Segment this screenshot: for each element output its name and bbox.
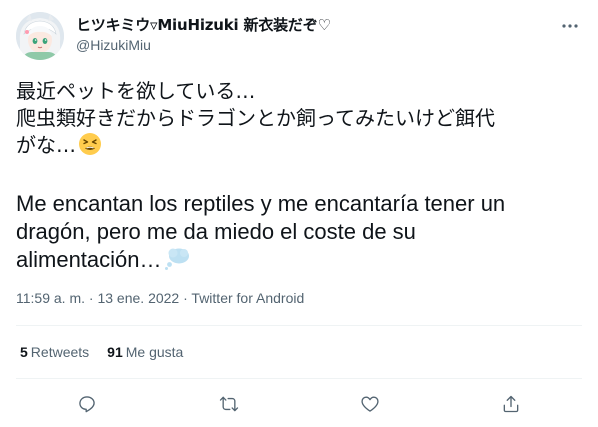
retweet-button[interactable]	[217, 392, 241, 416]
tweet-source-link[interactable]: Twitter for Android	[191, 290, 304, 306]
divider	[16, 378, 582, 379]
engagement-stats: 5 Retweets 91 Me gusta	[20, 344, 183, 360]
reply-button[interactable]	[75, 392, 99, 416]
retweet-icon	[219, 396, 239, 412]
retweets-label: Retweets	[30, 344, 90, 360]
retweets-count: 5	[20, 344, 28, 360]
author-display-name[interactable]: ヒツキミウ▿MiuHizuki 新衣装だぞ♡	[76, 14, 331, 35]
action-bar	[0, 392, 598, 416]
tweet-line-es-3: alimentación…	[16, 246, 582, 278]
tweet-meta: 11:59 a. m. · 13 ene. 2022 · Twitter for…	[16, 290, 304, 306]
heart-icon	[361, 396, 379, 412]
tweet-line-ja-1: 最近ペットを欲している…	[16, 79, 256, 103]
likes-count: 91	[107, 344, 123, 360]
tweet-date[interactable]: 13 ene. 2022	[97, 290, 179, 306]
share-icon	[503, 395, 519, 413]
share-button[interactable]	[499, 392, 523, 416]
author-name-row[interactable]: ヒツキミウ▿MiuHizuki 新衣装だぞ♡	[76, 14, 331, 35]
tweet-line-ja-3: がな…	[16, 132, 582, 163]
thought-balloon-emoji	[164, 247, 190, 278]
tweet-line-ja-2: 爬虫類好きだからドラゴンとか飼ってみたいけど餌代	[16, 106, 495, 130]
tweet-line-es-1: Me encantan los reptiles y me encantaría…	[16, 191, 506, 216]
tweet-text: 最近ペットを欲している… 爬虫類好きだからドラゴンとか飼ってみたいけど餌代 がな…	[16, 78, 582, 278]
like-button[interactable]	[358, 392, 382, 416]
author-handle[interactable]: @HizukiMiu	[76, 37, 151, 53]
likes-label: Me gusta	[125, 344, 184, 360]
meta-separator: ·	[85, 290, 98, 306]
tweet-line-es-2: dragón, pero me da miedo el coste de su	[16, 219, 416, 244]
tweet-card: ヒツキミウ▿MiuHizuki 新衣装だぞ♡ @HizukiMiu 最近ペットを…	[0, 0, 598, 427]
more-dots-icon	[562, 24, 578, 28]
reply-icon	[79, 396, 95, 413]
tweet-time[interactable]: 11:59 a. m.	[16, 290, 85, 306]
tweet-line-ja-3-text: がな…	[16, 133, 76, 157]
tweet-line-es-3-text: alimentación…	[16, 247, 162, 272]
divider	[16, 325, 582, 326]
likes-stat[interactable]: 91 Me gusta	[107, 344, 183, 360]
avatar[interactable]	[16, 12, 64, 60]
tired-face-emoji	[78, 132, 102, 163]
more-options-button[interactable]	[560, 16, 580, 36]
retweets-stat[interactable]: 5 Retweets	[20, 344, 89, 360]
meta-separator: ·	[179, 290, 192, 306]
